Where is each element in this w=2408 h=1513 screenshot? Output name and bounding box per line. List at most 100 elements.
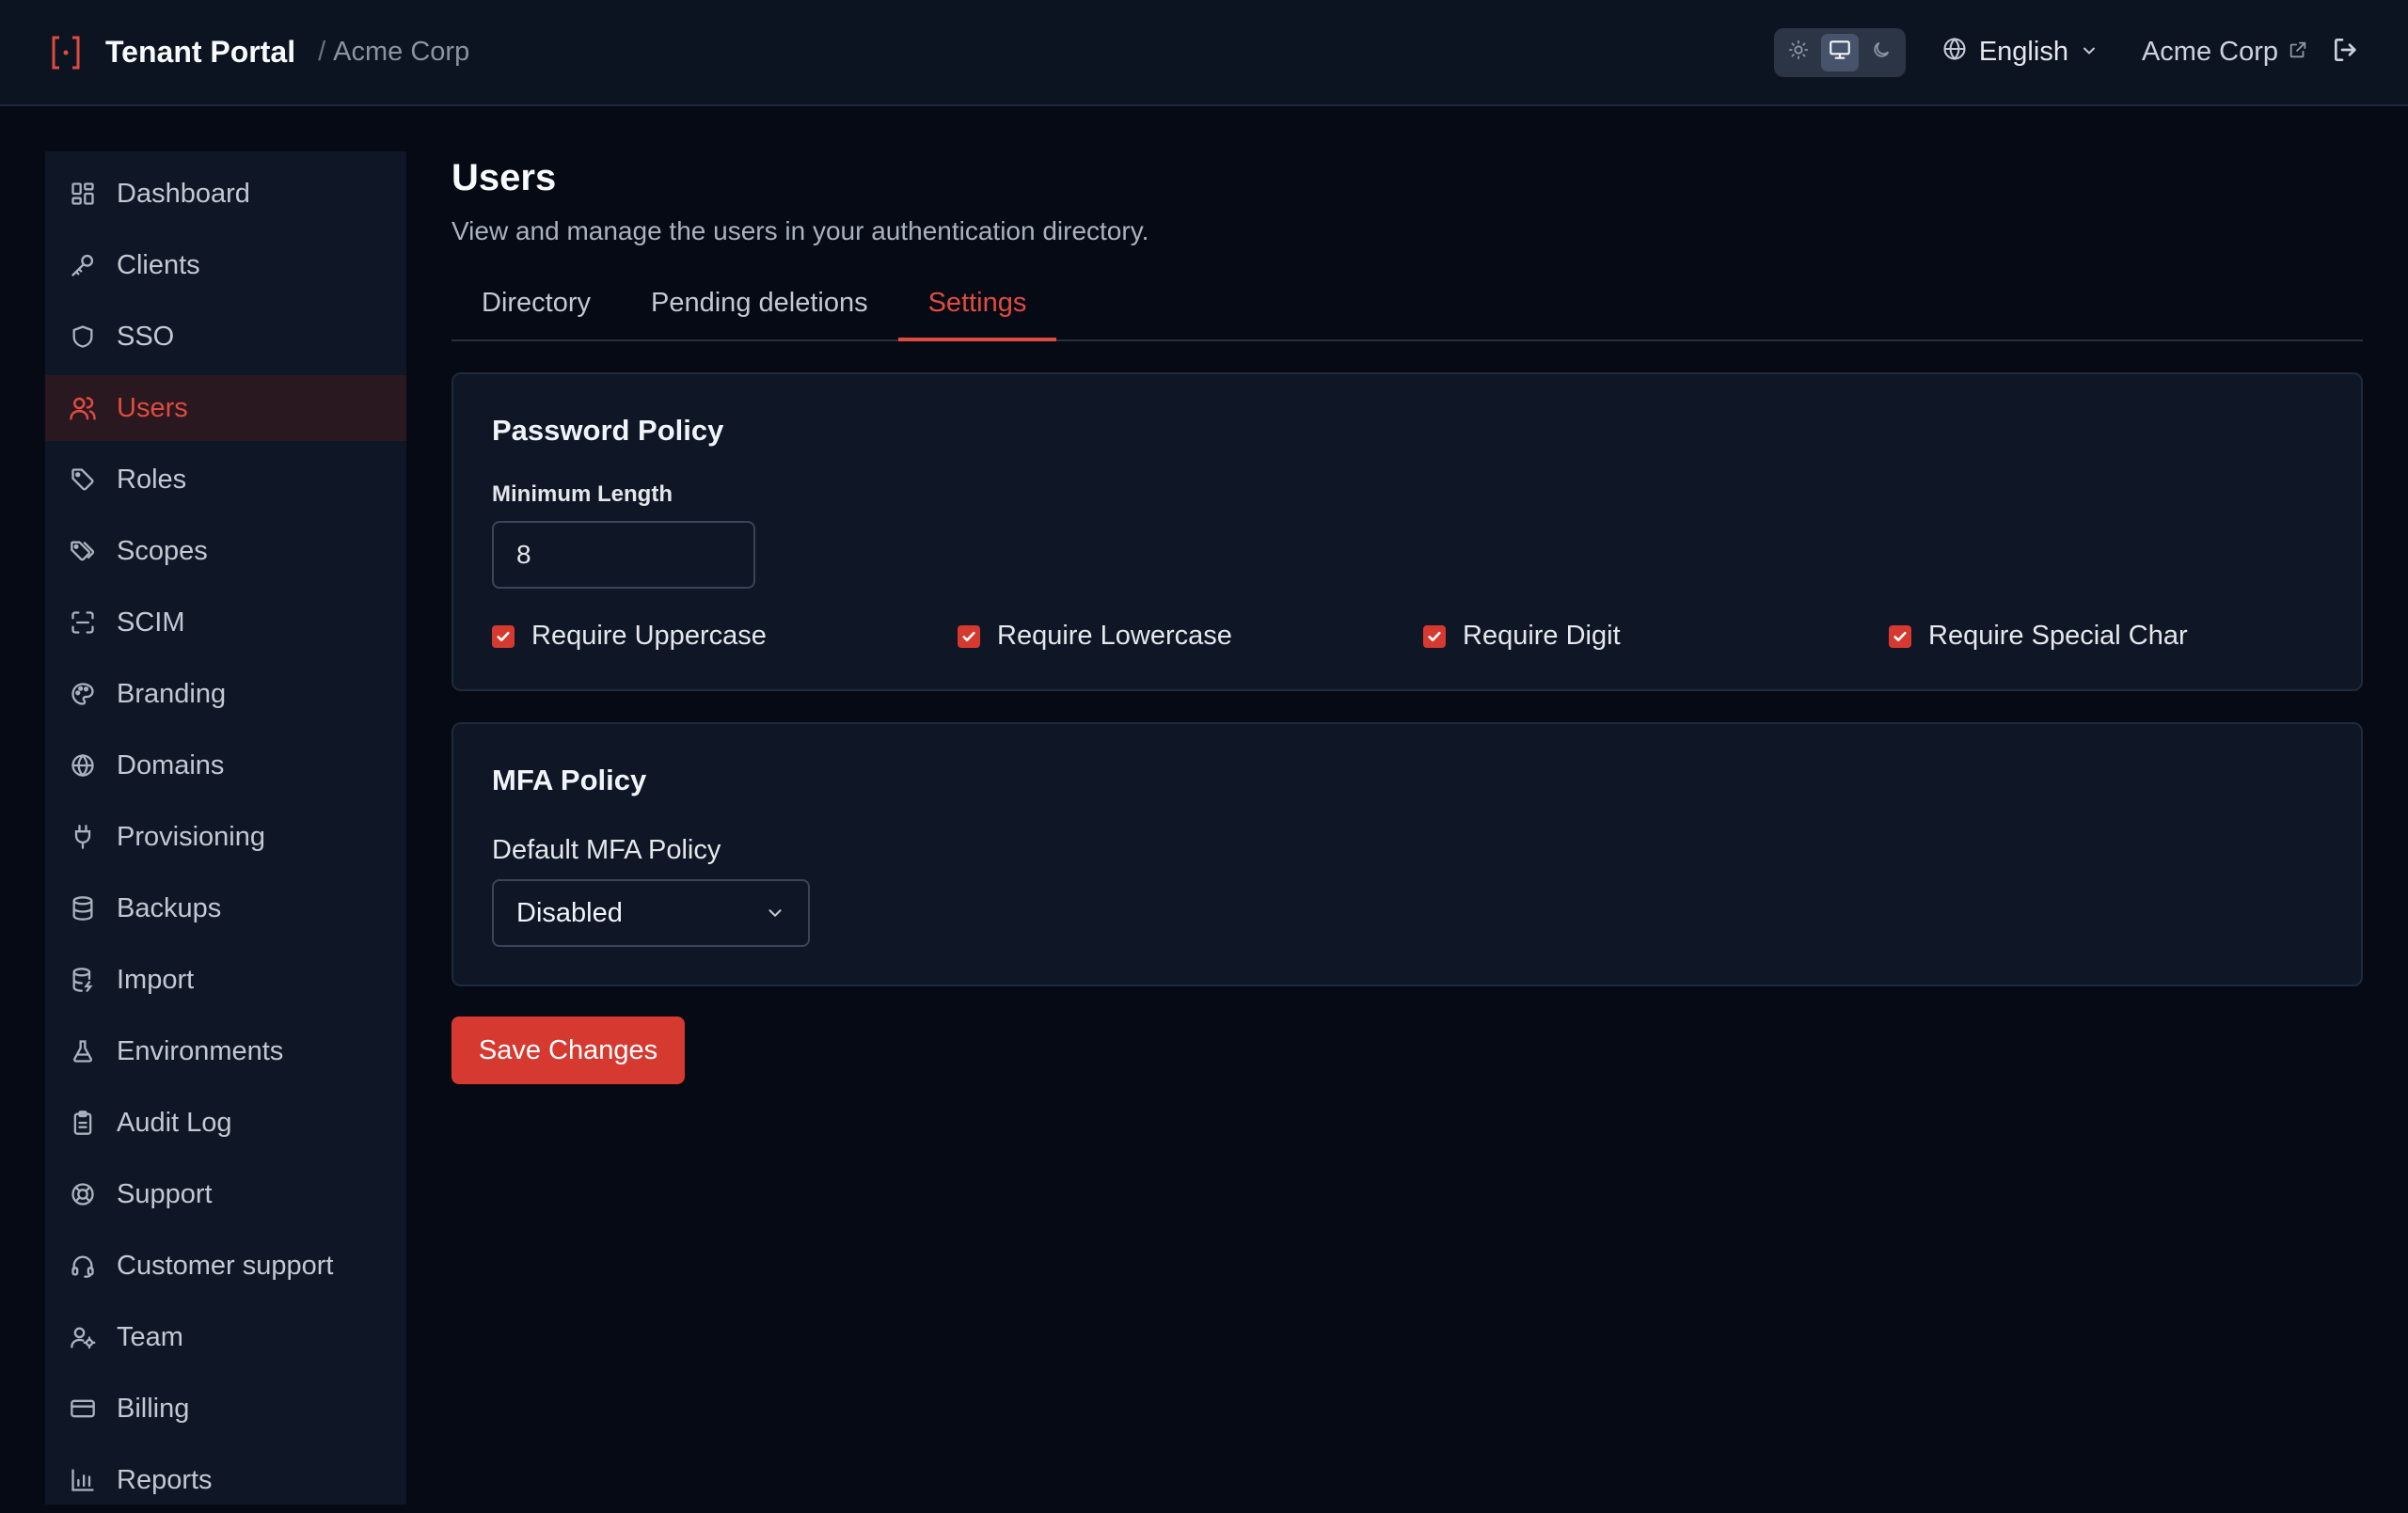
sidebar-item-import[interactable]: Import [45, 947, 406, 1013]
bar-chart-icon [68, 1465, 98, 1495]
org-link-label: Acme Corp [2141, 37, 2278, 67]
sidebar-item-label: Branding [117, 678, 227, 709]
require-digit-checkbox[interactable] [1423, 624, 1446, 648]
sidebar-item-label: Domains [117, 749, 225, 780]
external-link-icon [2288, 37, 2308, 68]
tab-settings[interactable]: Settings [897, 284, 1057, 341]
sidebar-item-label: Users [117, 392, 188, 423]
main-content: Users View and manage the users in your … [452, 151, 2363, 1084]
sidebar-item-provisioning[interactable]: Provisioning [45, 804, 406, 870]
page-title: Users [452, 157, 557, 198]
shield-icon [68, 322, 98, 352]
require-special-char-option[interactable]: Require Special Char [1889, 621, 2188, 652]
palette-icon [68, 679, 98, 709]
require-special-char-checkbox[interactable] [1889, 624, 1911, 648]
sidebar-item-backups[interactable]: Backups [45, 875, 406, 941]
sidebar-item-branding[interactable]: Branding [45, 661, 406, 727]
language-label: English [1978, 37, 2068, 67]
monitor-icon [1828, 38, 1852, 67]
sidebar-item-clients[interactable]: Clients [45, 232, 406, 298]
flask-icon [68, 1036, 98, 1066]
sidebar-item-support[interactable]: Support [45, 1161, 406, 1227]
sidebar-item-label: Provisioning [117, 821, 265, 852]
headset-icon [68, 1251, 98, 1281]
save-changes-button[interactable]: Save Changes [452, 1017, 685, 1084]
theme-switcher [1773, 27, 1906, 77]
sidebar-item-label: Team [117, 1321, 183, 1352]
dashboard-icon [68, 179, 98, 209]
tab-directory[interactable]: Directory [452, 284, 621, 341]
sidebar-item-label: Scopes [117, 535, 208, 566]
light-theme-button[interactable] [1780, 34, 1817, 71]
password-requirements: Require Uppercase Require Lowercase Requ… [492, 621, 2323, 652]
org-link[interactable]: Acme Corp [2142, 37, 2308, 68]
sidebar-item-dashboard[interactable]: Dashboard [45, 161, 406, 227]
plug-icon [68, 822, 98, 852]
sidebar-item-label: Billing [117, 1393, 190, 1424]
tab-pending-deletions[interactable]: Pending deletions [621, 284, 898, 341]
dark-theme-button[interactable] [1862, 34, 1900, 71]
sidebar-item-users[interactable]: Users [45, 375, 406, 441]
sidebar-item-team[interactable]: Team [45, 1304, 406, 1370]
sidebar-item-scopes[interactable]: Scopes [45, 518, 406, 584]
scan-icon [68, 607, 98, 638]
require-digit-label: Require Digit [1463, 621, 1621, 651]
tag-icon [68, 465, 98, 495]
app-title[interactable]: Tenant Portal [105, 35, 295, 70]
sidebar-item-domains[interactable]: Domains [45, 733, 406, 798]
key-icon [68, 250, 98, 280]
password-policy-card: Password Policy Minimum Length 8 Require… [452, 372, 2363, 691]
require-uppercase-label: Require Uppercase [531, 621, 767, 651]
sidebar-item-label: Backups [117, 892, 222, 923]
sidebar-item-environments[interactable]: Environments [45, 1018, 406, 1084]
sidebar-item-label: Support [117, 1178, 213, 1209]
sidebar-item-label: Reports [117, 1464, 213, 1495]
default-mfa-policy-select[interactable]: Disabled [492, 879, 810, 947]
globe-icon [68, 750, 98, 780]
sidebar-item-sso[interactable]: SSO [45, 304, 406, 370]
require-uppercase-option[interactable]: Require Uppercase [492, 621, 958, 652]
default-mfa-policy-value: Disabled [516, 897, 623, 928]
min-length-input[interactable]: 8 [492, 521, 755, 589]
moon-icon [1871, 39, 1892, 65]
breadcrumb-separator: / [318, 37, 326, 67]
sidebar-item-label: Audit Log [117, 1107, 232, 1138]
sidebar-item-roles[interactable]: Roles [45, 447, 406, 512]
chevron-down-icon [765, 903, 785, 923]
credit-card-icon [68, 1394, 98, 1424]
tab-bar: Directory Pending deletions Settings [452, 284, 2363, 341]
sidebar-item-label: Import [117, 964, 195, 995]
sidebar-item-audit-log[interactable]: Audit Log [45, 1090, 406, 1156]
sidebar-item-label: Roles [117, 464, 187, 495]
database-icon [68, 893, 98, 923]
sidebar-item-scim[interactable]: SCIM [45, 590, 406, 655]
require-special-char-label: Require Special Char [1928, 621, 2188, 651]
require-digit-option[interactable]: Require Digit [1423, 621, 1889, 652]
sidebar-item-customer-support[interactable]: Customer support [45, 1233, 406, 1299]
sidebar-item-reports[interactable]: Reports [45, 1447, 406, 1513]
sidebar-item-label: SSO [117, 321, 175, 352]
tags-icon [68, 536, 98, 566]
sidebar-item-label: SCIM [117, 607, 185, 638]
system-theme-button[interactable] [1820, 33, 1859, 71]
sidebar-item-billing[interactable]: Billing [45, 1376, 406, 1442]
logout-button[interactable] [2331, 35, 2361, 70]
globe-icon [1941, 36, 1968, 70]
breadcrumb-org: Acme Corp [333, 37, 470, 67]
sidebar-item-label: Dashboard [117, 178, 250, 209]
database-import-icon [68, 965, 98, 995]
require-lowercase-option[interactable]: Require Lowercase [958, 621, 1423, 652]
sidebar: Dashboard Clients SSO Users Roles Scopes… [45, 151, 406, 1505]
min-length-label: Minimum Length [492, 481, 673, 507]
sidebar-item-label: Environments [117, 1035, 284, 1066]
language-selector[interactable]: English [1941, 36, 2099, 70]
require-lowercase-checkbox[interactable] [958, 624, 980, 648]
require-lowercase-label: Require Lowercase [997, 621, 1232, 651]
logo-icon [47, 34, 85, 71]
chevron-down-icon [2080, 37, 2099, 68]
mfa-policy-card: MFA Policy Default MFA Policy Disabled [452, 722, 2363, 986]
require-uppercase-checkbox[interactable] [492, 624, 515, 648]
sun-icon [1788, 39, 1809, 65]
top-bar: Tenant Portal / Acme Corp English Acme C… [0, 0, 2408, 106]
page-subtitle: View and manage the users in your authen… [452, 216, 1149, 245]
